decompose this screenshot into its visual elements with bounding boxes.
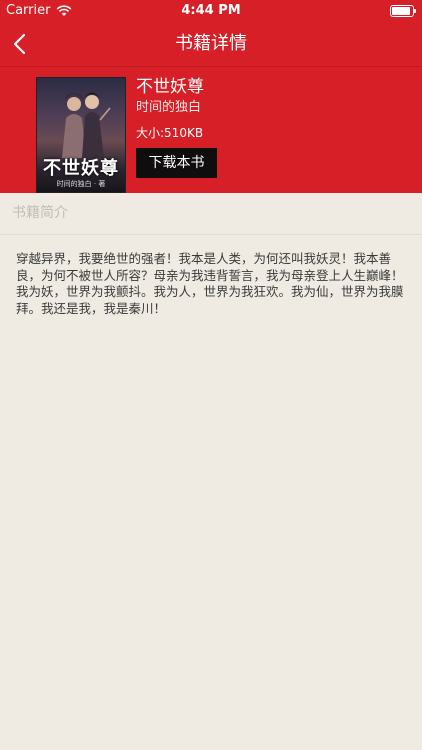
status-right — [390, 5, 416, 17]
battery-icon — [390, 5, 416, 17]
cover-figure-image — [62, 92, 111, 158]
download-button[interactable]: 下载本书 — [136, 148, 217, 178]
navigation-bar: 书籍详情 — [0, 22, 422, 67]
section-header-intro: 书籍简介 — [0, 193, 422, 235]
book-intro-text: 穿越异界，我要绝世的强者！我本是人类，为何还叫我妖灵！我本善良，为何不被世人所容… — [16, 251, 404, 316]
page-title: 书籍详情 — [175, 33, 247, 54]
status-time: 4:44 PM — [181, 3, 241, 18]
book-info: 不世妖尊 时间的独白 大小:510KB — [136, 75, 204, 142]
book-cover[interactable]: 不世妖尊 时间的独白 · 著 — [36, 77, 126, 193]
book-header: 不世妖尊 时间的独白 · 著 不世妖尊 时间的独白 大小:510KB 下载本书 — [0, 67, 422, 193]
status-bar: Carrier 4:44 PM — [0, 0, 422, 22]
book-author: 时间的独白 — [136, 100, 202, 115]
book-title: 不世妖尊 — [136, 77, 204, 97]
book-size: 大小:510KB — [136, 126, 204, 140]
cover-title: 不世妖尊 — [43, 158, 119, 179]
cover-author: 时间的独白 · 著 — [56, 180, 106, 188]
